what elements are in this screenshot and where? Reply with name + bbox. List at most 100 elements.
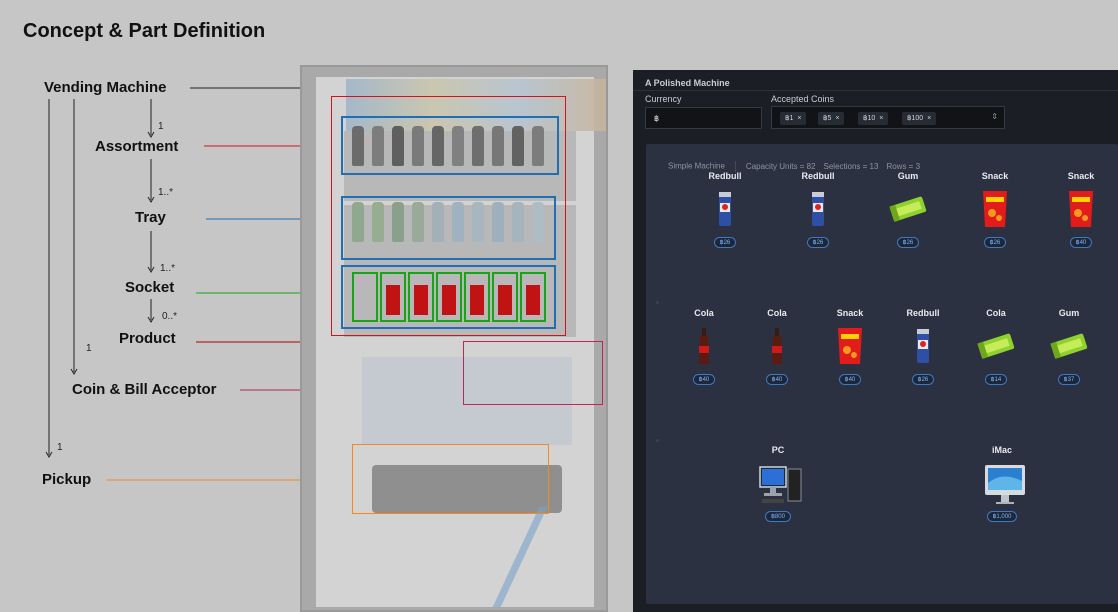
- pc-computer-icon: [758, 463, 802, 503]
- product: [414, 285, 428, 315]
- product-card[interactable]: Snack ฿40: [1046, 171, 1116, 249]
- price-badge: ฿26: [713, 237, 737, 248]
- coin-chip[interactable]: ฿100 ×: [902, 112, 937, 125]
- gum-pack-icon: [1049, 326, 1089, 366]
- product: [470, 285, 484, 315]
- socket: [520, 272, 546, 322]
- socket: [492, 272, 518, 322]
- product-name: Cola: [767, 308, 787, 318]
- close-icon: ×: [797, 115, 802, 122]
- socket: [408, 272, 434, 322]
- app-title: A Polished Machine: [645, 78, 730, 88]
- product-name: Snack: [836, 308, 864, 318]
- product-name: Redbull: [708, 171, 742, 181]
- coin-acceptor-highlight: [463, 341, 603, 405]
- machine-app-panel: A Polished Machine Currency Accepted Coi…: [633, 70, 1118, 612]
- snack-bag-icon: [1061, 189, 1101, 229]
- socket: [436, 272, 462, 322]
- currency-input[interactable]: [645, 107, 762, 129]
- mult-coin-acceptor: 1: [86, 343, 92, 354]
- product: [386, 285, 400, 315]
- coin-chip[interactable]: ฿10 ×: [858, 112, 889, 125]
- rows-stat: Rows = 3: [886, 161, 921, 171]
- price-badge: ฿1,000: [986, 511, 1018, 522]
- product-card[interactable]: Redbull ฿26: [690, 171, 760, 249]
- product-name: Cola: [694, 308, 714, 318]
- product-card[interactable]: PC ฿800: [743, 445, 813, 523]
- cola-bottle-icon: [757, 326, 797, 366]
- label-socket: Socket: [125, 279, 175, 296]
- product-name: PC: [771, 445, 785, 455]
- machine-preview: Simple Machine Capacity Units = 82 Selecti…: [646, 144, 1118, 604]
- price-badge: ฿26: [806, 237, 830, 248]
- pickup-highlight: [352, 444, 549, 514]
- price-badge: ฿26: [911, 374, 935, 385]
- imac-computer-icon: [982, 463, 1025, 504]
- product-card[interactable]: iMac ฿1,000: [967, 445, 1037, 523]
- redbull-can-icon: [798, 189, 838, 229]
- price-badge: ฿26: [896, 237, 920, 248]
- chevron-updown-icon[interactable]: ⇕: [991, 112, 998, 121]
- label-coin-acceptor: Coin & Bill Acceptor: [72, 381, 217, 398]
- socket: [464, 272, 490, 322]
- product-name: Snack: [1067, 171, 1095, 181]
- label-vending-machine: Vending Machine: [44, 79, 167, 96]
- product-card[interactable]: Snack ฿26: [960, 171, 1030, 249]
- mult-product: 0..*: [162, 311, 178, 322]
- mult-tray: 1..*: [158, 187, 174, 198]
- coins-label: Accepted Coins: [771, 94, 835, 104]
- socket: [352, 272, 378, 322]
- price-badge: ฿40: [1069, 237, 1093, 248]
- snack-bag-icon: [975, 189, 1015, 229]
- product-card[interactable]: Redbull ฿26: [888, 308, 958, 386]
- snack-bag-icon: [830, 326, 870, 366]
- selections-stat: Selections = 13: [823, 161, 879, 171]
- product: [498, 285, 512, 315]
- product-name: Redbull: [801, 171, 835, 181]
- price-badge: ฿37: [1057, 374, 1081, 385]
- product-card[interactable]: Gum ฿26: [873, 171, 943, 249]
- tray-highlight-1: [341, 116, 559, 175]
- price-badge: ฿14: [984, 374, 1008, 385]
- price-badge: ฿40: [765, 374, 789, 385]
- product-card[interactable]: Snack ฿40: [815, 308, 885, 386]
- product-name: Redbull: [906, 308, 940, 318]
- label-pickup: Pickup: [42, 471, 92, 488]
- accepted-coins-select[interactable]: ฿1 × ฿5 × ฿10 × ฿100 × ⇕: [771, 106, 1005, 129]
- product: [442, 285, 456, 315]
- close-icon: ×: [879, 115, 884, 122]
- label-product: Product: [119, 330, 176, 347]
- gum-pack-icon: [976, 326, 1016, 366]
- socket: [380, 272, 406, 322]
- gum-pack-icon: [888, 189, 928, 229]
- product-name: Gum: [1058, 308, 1080, 318]
- product-name: Snack: [981, 171, 1009, 181]
- product-name: Gum: [897, 171, 919, 181]
- label-tray: Tray: [135, 209, 166, 226]
- price-badge: ฿40: [838, 374, 862, 385]
- price-badge: ฿800: [765, 511, 791, 522]
- currency-label: Currency: [645, 94, 682, 104]
- redbull-can-icon: [705, 189, 745, 229]
- product-card[interactable]: Gum ฿37: [1034, 308, 1104, 386]
- product-name: iMac: [991, 445, 1012, 455]
- price-badge: ฿40: [692, 374, 716, 385]
- machine-name: Simple Machine: [668, 161, 725, 171]
- product-name: Cola: [986, 308, 1006, 318]
- coin-chip[interactable]: ฿1 ×: [780, 112, 807, 125]
- price-badge: ฿26: [983, 237, 1007, 248]
- product-card[interactable]: Cola ฿40: [742, 308, 812, 386]
- mult-socket: 1..*: [160, 263, 176, 274]
- product-card[interactable]: Redbull ฿26: [783, 171, 853, 249]
- tray-highlight-2: [341, 196, 556, 260]
- product-card[interactable]: Cola ฿40: [669, 308, 739, 386]
- close-icon: ×: [927, 115, 932, 122]
- product-card[interactable]: Cola ฿14: [961, 308, 1031, 386]
- mult-assortment: 1: [158, 121, 164, 132]
- coin-chip[interactable]: ฿5 ×: [818, 112, 845, 125]
- product: [526, 285, 540, 315]
- capacity-stat: Capacity Units = 82: [745, 161, 816, 171]
- cola-bottle-icon: [684, 326, 724, 366]
- close-icon: ×: [835, 115, 840, 122]
- redbull-can-icon: [903, 326, 943, 366]
